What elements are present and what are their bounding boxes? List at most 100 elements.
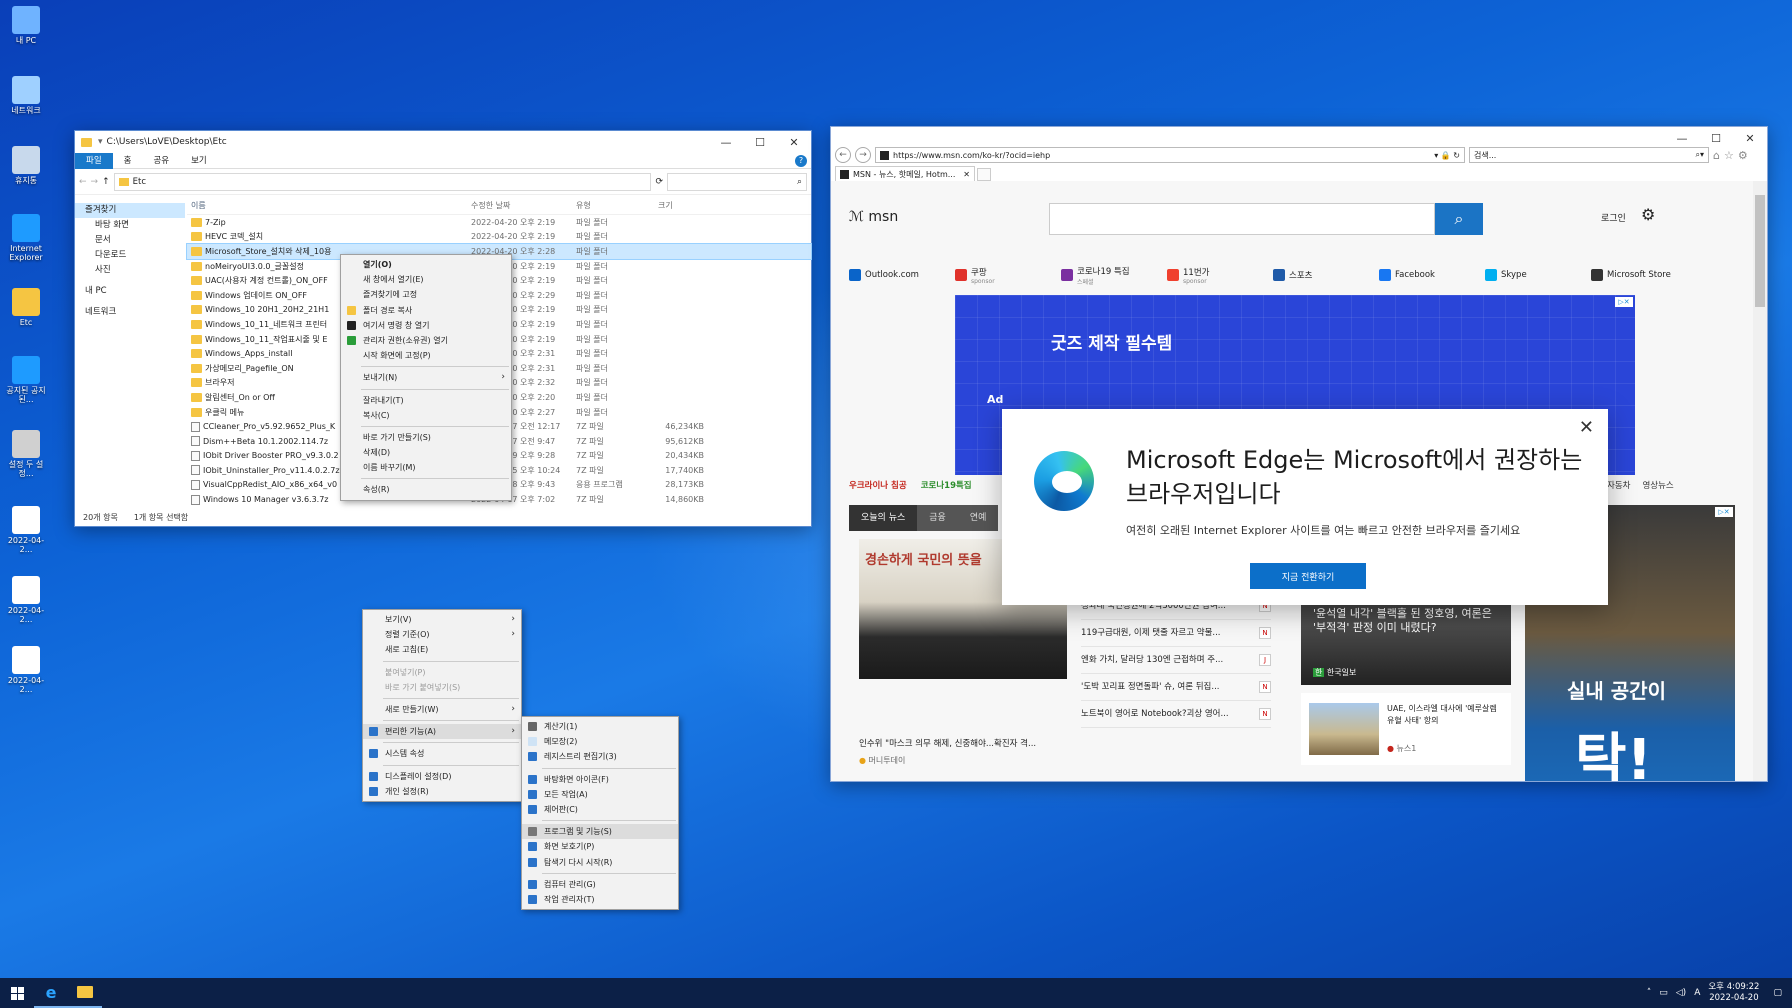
maximize-button[interactable]: ☐ xyxy=(1699,127,1733,149)
login-link[interactable]: 로그인 xyxy=(1601,211,1626,224)
menu-item[interactable]: 편리한 기능(A) › xyxy=(363,724,521,740)
home-icon[interactable]: ⌂ xyxy=(1713,149,1720,162)
nav-downloads[interactable]: 다운로드 xyxy=(75,248,185,263)
menu-item[interactable]: 메모장(2) xyxy=(522,734,678,749)
scrollbar-thumb[interactable] xyxy=(1755,195,1765,307)
headline-item[interactable]: 엔화 가치, 달러당 130엔 근접하며 주... J xyxy=(1081,647,1271,674)
news-main-headline[interactable]: 인수위 "마스크 의무 해제, 신중해야...확진자 격... xyxy=(859,737,1069,749)
file-row[interactable]: 7-Zip 2022-04-20 오후 2:19 파일 폴더 xyxy=(187,215,811,230)
up-icon[interactable]: ↑ xyxy=(102,177,110,187)
forward-icon[interactable]: → xyxy=(91,177,99,187)
desktop-icon[interactable]: Internet Explorer xyxy=(2,214,50,262)
url-bar[interactable]: https://www.msn.com/ko-kr/?ocid=iehp ▾ 🔒… xyxy=(875,147,1465,163)
refresh-icon[interactable]: ⟳ xyxy=(655,177,663,187)
taskbar-internet-explorer[interactable]: e xyxy=(34,978,68,1008)
menu-item[interactable]: 잘라내기(T) xyxy=(341,393,511,408)
menu-item[interactable]: 새로 고침(E) xyxy=(363,642,521,657)
quicklink[interactable]: 11번가 sponsor xyxy=(1167,263,1273,287)
column-date[interactable]: 수정한 날짜 xyxy=(467,200,572,211)
ie-search-input[interactable]: 검색... ⌕▾ xyxy=(1469,147,1709,163)
nav-this-pc[interactable]: 내 PC xyxy=(75,284,185,299)
nav-pictures[interactable]: 사진 xyxy=(75,263,185,278)
trending-ukraine[interactable]: 우크라이나 침공 xyxy=(849,479,907,491)
tab-entertainment[interactable]: 연예 xyxy=(957,505,999,531)
menu-item[interactable]: 새 창에서 열기(E) xyxy=(341,272,511,287)
notification-icon[interactable]: ▢ xyxy=(1773,988,1782,998)
minimize-button[interactable]: — xyxy=(1665,127,1699,149)
menu-item[interactable]: 컴퓨터 관리(G) xyxy=(522,877,678,892)
trending-video[interactable]: 영상뉴스 xyxy=(1642,479,1673,491)
ribbon-tab-home[interactable]: 홈 xyxy=(113,153,143,169)
menu-item[interactable]: 시스템 속성 xyxy=(363,746,521,761)
close-icon[interactable]: ✕ xyxy=(1579,417,1594,438)
clock[interactable]: 오후 4:09:22 2022-04-20 xyxy=(1708,982,1759,1004)
desktop-icon[interactable]: 2022-04-2... xyxy=(2,646,50,694)
quicklink[interactable]: 코로나19 특집 스페셜 xyxy=(1061,263,1167,287)
column-size[interactable]: 크기 xyxy=(654,200,704,211)
desktop-icon[interactable]: 휴지통 xyxy=(2,146,50,185)
ribbon-tab-view[interactable]: 보기 xyxy=(180,153,218,169)
desktop-icon[interactable]: 2022-04-2... xyxy=(2,576,50,624)
menu-item[interactable]: 개인 설정(R) xyxy=(363,784,521,799)
news-card-3[interactable]: UAE, 이스라엘 대사에 '예루살렘 유혈 사태' 항의 ● 뉴스1 xyxy=(1301,693,1511,765)
menu-item[interactable]: 보내기(N) › xyxy=(341,370,511,385)
ime-indicator[interactable]: A xyxy=(1694,988,1700,998)
address-bar[interactable]: Etc xyxy=(113,172,652,191)
headline-item[interactable]: 노트북이 영어로 Notebook?괴상 영어... N xyxy=(1081,701,1271,728)
back-icon[interactable]: ← xyxy=(835,147,851,163)
menu-item[interactable]: 보기(V) › xyxy=(363,612,521,627)
menu-item[interactable]: 디스플레이 설정(D) xyxy=(363,769,521,784)
explorer-titlebar[interactable]: ▾ C:\Users\LoVE\Desktop\Etc — ☐ ✕ xyxy=(75,131,811,153)
taskbar-file-explorer[interactable] xyxy=(68,978,102,1008)
help-icon[interactable]: ? xyxy=(795,154,807,167)
quicklink[interactable]: Outlook.com xyxy=(849,263,955,287)
tab-today-news[interactable]: 오늘의 뉴스 xyxy=(849,505,918,531)
gear-icon[interactable]: ⚙ xyxy=(1738,149,1748,162)
msn-search-button[interactable]: ⌕ xyxy=(1435,203,1483,235)
favorites-icon[interactable]: ☆ xyxy=(1724,149,1734,162)
menu-item[interactable]: 작업 관리자(T) xyxy=(522,892,678,907)
ie-tab-msn[interactable]: MSN - 뉴스, 핫메일, Hotm... ✕ xyxy=(835,166,975,181)
file-row[interactable]: HEVC 코덱_설치 2022-04-20 오후 2:19 파일 폴더 xyxy=(187,230,811,245)
quicklink[interactable]: 쿠팡 sponsor xyxy=(955,263,1061,287)
ribbon-tab-file[interactable]: 파일 xyxy=(75,152,113,169)
ribbon-tab-share[interactable]: 공유 xyxy=(142,153,180,169)
menu-item[interactable]: 즐겨찾기에 고정 xyxy=(341,287,511,302)
msn-search-input[interactable] xyxy=(1049,203,1435,235)
msn-logo[interactable]: ℳ msn xyxy=(849,209,898,225)
menu-item[interactable]: 정렬 기준(O) › xyxy=(363,627,521,642)
menu-item[interactable]: 바로 가기 만들기(S) xyxy=(341,430,511,445)
menu-item[interactable]: 새로 만들기(W) › xyxy=(363,702,521,717)
close-button[interactable]: ✕ xyxy=(777,131,811,153)
close-icon[interactable]: ✕ xyxy=(963,170,970,179)
network-icon[interactable]: ▭ xyxy=(1659,988,1668,998)
menu-item[interactable]: 모든 작업(A) xyxy=(522,787,678,802)
ad-choices-icon[interactable]: ▷✕ xyxy=(1615,297,1633,307)
forward-icon[interactable]: → xyxy=(855,147,871,163)
menu-item[interactable]: 관리자 권한(소유권) 열기 xyxy=(341,333,511,348)
menu-item[interactable]: 탐색기 다시 시작(R) xyxy=(522,855,678,870)
column-type[interactable]: 유형 xyxy=(572,200,654,211)
minimize-button[interactable]: — xyxy=(709,131,743,153)
chevron-up-icon[interactable]: ˄ xyxy=(1647,988,1652,998)
switch-now-button[interactable]: 지금 전환하기 xyxy=(1250,563,1366,589)
menu-item[interactable]: 화면 보호기(P) xyxy=(522,839,678,854)
desktop-icon[interactable]: Etc xyxy=(2,288,50,327)
quicklink[interactable]: Facebook xyxy=(1379,263,1485,287)
nav-desktop[interactable]: 바탕 화면 xyxy=(75,218,185,233)
menu-item[interactable]: 레지스트리 편집기(3) xyxy=(522,749,678,764)
menu-item[interactable]: 삭제(D) xyxy=(341,445,511,460)
menu-item[interactable]: 시작 화면에 고정(P) xyxy=(341,348,511,363)
nav-network[interactable]: 네트워크 xyxy=(75,305,185,320)
quicklink[interactable]: Microsoft Store xyxy=(1591,263,1697,287)
menu-item[interactable]: 바탕화면 아이콘(F) xyxy=(522,772,678,787)
back-icon[interactable]: ← xyxy=(79,177,87,187)
ie-scrollbar[interactable] xyxy=(1753,181,1767,781)
menu-item[interactable]: 여기서 명령 창 열기 xyxy=(341,318,511,333)
trending-covid[interactable]: 코로나19특집 xyxy=(921,479,972,491)
menu-item[interactable]: 이름 바꾸기(M) xyxy=(341,460,511,475)
ad-choices-icon[interactable]: ▷✕ xyxy=(1715,507,1733,517)
desktop-icon[interactable]: 설정 두 설정... xyxy=(2,430,50,478)
menu-item[interactable]: 프로그램 및 기능(S) xyxy=(522,824,678,840)
desktop-icon[interactable]: 네트워크 xyxy=(2,76,50,115)
